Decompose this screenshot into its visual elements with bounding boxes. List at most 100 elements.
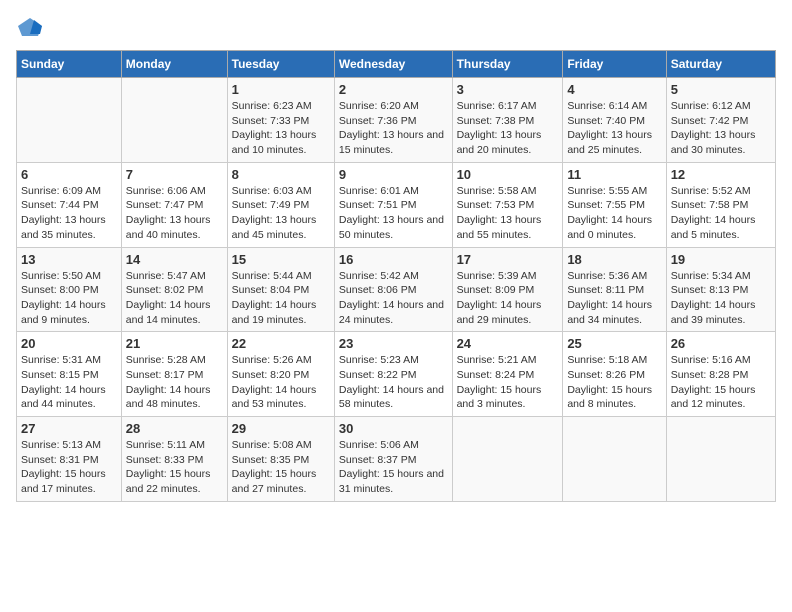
day-info: Sunrise: 5:39 AMSunset: 8:09 PMDaylight:… [457, 269, 559, 328]
day-info: Sunrise: 5:58 AMSunset: 7:53 PMDaylight:… [457, 184, 559, 243]
calendar-week-4: 20 Sunrise: 5:31 AMSunset: 8:15 PMDayligh… [17, 332, 776, 417]
day-info: Sunrise: 6:14 AMSunset: 7:40 PMDaylight:… [567, 99, 661, 158]
calendar-cell: 9 Sunrise: 6:01 AMSunset: 7:51 PMDaylight… [334, 162, 452, 247]
calendar-cell: 1 Sunrise: 6:23 AMSunset: 7:33 PMDaylight… [227, 78, 334, 163]
day-info: Sunrise: 5:26 AMSunset: 8:20 PMDaylight:… [232, 353, 330, 412]
calendar-cell: 24 Sunrise: 5:21 AMSunset: 8:24 PMDayligh… [452, 332, 563, 417]
day-number: 6 [21, 167, 117, 182]
day-info: Sunrise: 6:20 AMSunset: 7:36 PMDaylight:… [339, 99, 448, 158]
calendar-week-5: 27Sunrise: 5:13 AMSunset: 8:31 PMDayligh… [17, 417, 776, 502]
weekday-header-monday: Monday [121, 51, 227, 78]
day-info: Sunrise: 5:08 AMSunset: 8:35 PMDaylight:… [232, 438, 330, 497]
calendar-cell: 28Sunrise: 5:11 AMSunset: 8:33 PMDayligh… [121, 417, 227, 502]
day-number: 19 [671, 252, 771, 267]
calendar-cell: 27Sunrise: 5:13 AMSunset: 8:31 PMDayligh… [17, 417, 122, 502]
page-header [16, 16, 776, 38]
day-number: 3 [457, 82, 559, 97]
day-number: 20 [21, 336, 117, 351]
calendar-cell: 30Sunrise: 5:06 AMSunset: 8:37 PMDayligh… [334, 417, 452, 502]
day-number: 7 [126, 167, 223, 182]
weekday-header-sunday: Sunday [17, 51, 122, 78]
calendar-week-1: 1 Sunrise: 6:23 AMSunset: 7:33 PMDaylight… [17, 78, 776, 163]
day-number: 14 [126, 252, 223, 267]
calendar-cell: 8 Sunrise: 6:03 AMSunset: 7:49 PMDaylight… [227, 162, 334, 247]
calendar-cell [666, 417, 775, 502]
day-info: Sunrise: 5:52 AMSunset: 7:58 PMDaylight:… [671, 184, 771, 243]
calendar-cell: 12 Sunrise: 5:52 AMSunset: 7:58 PMDayligh… [666, 162, 775, 247]
day-number: 10 [457, 167, 559, 182]
calendar-cell: 17 Sunrise: 5:39 AMSunset: 8:09 PMDayligh… [452, 247, 563, 332]
day-info: Sunrise: 5:16 AMSunset: 8:28 PMDaylight:… [671, 353, 771, 412]
logo-icon [16, 16, 44, 38]
weekday-header-friday: Friday [563, 51, 666, 78]
day-number: 2 [339, 82, 448, 97]
logo [16, 16, 48, 38]
day-number: 22 [232, 336, 330, 351]
day-number: 9 [339, 167, 448, 182]
day-info: Sunrise: 5:31 AMSunset: 8:15 PMDaylight:… [21, 353, 117, 412]
calendar-cell: 2 Sunrise: 6:20 AMSunset: 7:36 PMDaylight… [334, 78, 452, 163]
day-number: 5 [671, 82, 771, 97]
day-number: 11 [567, 167, 661, 182]
day-number: 13 [21, 252, 117, 267]
day-number: 24 [457, 336, 559, 351]
weekday-header-thursday: Thursday [452, 51, 563, 78]
day-number: 17 [457, 252, 559, 267]
day-number: 27 [21, 421, 117, 436]
calendar-cell: 23 Sunrise: 5:23 AMSunset: 8:22 PMDayligh… [334, 332, 452, 417]
calendar-cell: 18 Sunrise: 5:36 AMSunset: 8:11 PMDayligh… [563, 247, 666, 332]
calendar-cell: 4 Sunrise: 6:14 AMSunset: 7:40 PMDaylight… [563, 78, 666, 163]
day-info: Sunrise: 5:42 AMSunset: 8:06 PMDaylight:… [339, 269, 448, 328]
calendar-cell: 26 Sunrise: 5:16 AMSunset: 8:28 PMDayligh… [666, 332, 775, 417]
calendar-cell: 5 Sunrise: 6:12 AMSunset: 7:42 PMDaylight… [666, 78, 775, 163]
day-number: 26 [671, 336, 771, 351]
day-number: 15 [232, 252, 330, 267]
calendar-cell: 6 Sunrise: 6:09 AMSunset: 7:44 PMDaylight… [17, 162, 122, 247]
calendar-cell: 25 Sunrise: 5:18 AMSunset: 8:26 PMDayligh… [563, 332, 666, 417]
day-info: Sunrise: 6:12 AMSunset: 7:42 PMDaylight:… [671, 99, 771, 158]
day-info: Sunrise: 6:17 AMSunset: 7:38 PMDaylight:… [457, 99, 559, 158]
calendar-cell [563, 417, 666, 502]
day-info: Sunrise: 6:23 AMSunset: 7:33 PMDaylight:… [232, 99, 330, 158]
day-info: Sunrise: 5:21 AMSunset: 8:24 PMDaylight:… [457, 353, 559, 412]
calendar-cell [121, 78, 227, 163]
calendar-cell: 10 Sunrise: 5:58 AMSunset: 7:53 PMDayligh… [452, 162, 563, 247]
day-number: 29 [232, 421, 330, 436]
day-number: 25 [567, 336, 661, 351]
day-number: 1 [232, 82, 330, 97]
weekday-header-wednesday: Wednesday [334, 51, 452, 78]
calendar-cell: 7 Sunrise: 6:06 AMSunset: 7:47 PMDaylight… [121, 162, 227, 247]
calendar-cell: 16 Sunrise: 5:42 AMSunset: 8:06 PMDayligh… [334, 247, 452, 332]
day-number: 23 [339, 336, 448, 351]
day-info: Sunrise: 6:06 AMSunset: 7:47 PMDaylight:… [126, 184, 223, 243]
calendar-cell: 20 Sunrise: 5:31 AMSunset: 8:15 PMDayligh… [17, 332, 122, 417]
weekday-header-saturday: Saturday [666, 51, 775, 78]
day-number: 16 [339, 252, 448, 267]
day-info: Sunrise: 5:36 AMSunset: 8:11 PMDaylight:… [567, 269, 661, 328]
calendar-cell: 15 Sunrise: 5:44 AMSunset: 8:04 PMDayligh… [227, 247, 334, 332]
day-number: 21 [126, 336, 223, 351]
weekday-header-tuesday: Tuesday [227, 51, 334, 78]
day-number: 8 [232, 167, 330, 182]
day-number: 4 [567, 82, 661, 97]
day-info: Sunrise: 5:55 AMSunset: 7:55 PMDaylight:… [567, 184, 661, 243]
day-info: Sunrise: 5:18 AMSunset: 8:26 PMDaylight:… [567, 353, 661, 412]
day-info: Sunrise: 5:47 AMSunset: 8:02 PMDaylight:… [126, 269, 223, 328]
calendar-cell: 3 Sunrise: 6:17 AMSunset: 7:38 PMDaylight… [452, 78, 563, 163]
day-info: Sunrise: 5:44 AMSunset: 8:04 PMDaylight:… [232, 269, 330, 328]
day-info: Sunrise: 5:11 AMSunset: 8:33 PMDaylight:… [126, 438, 223, 497]
calendar-cell: 21 Sunrise: 5:28 AMSunset: 8:17 PMDayligh… [121, 332, 227, 417]
calendar-cell [452, 417, 563, 502]
day-number: 18 [567, 252, 661, 267]
day-info: Sunrise: 5:50 AMSunset: 8:00 PMDaylight:… [21, 269, 117, 328]
day-number: 12 [671, 167, 771, 182]
calendar-cell: 29 Sunrise: 5:08 AMSunset: 8:35 PMDayligh… [227, 417, 334, 502]
day-info: Sunrise: 6:09 AMSunset: 7:44 PMDaylight:… [21, 184, 117, 243]
day-info: Sunrise: 5:23 AMSunset: 8:22 PMDaylight:… [339, 353, 448, 412]
day-info: Sunrise: 5:06 AMSunset: 8:37 PMDaylight:… [339, 438, 448, 497]
day-info: Sunrise: 5:28 AMSunset: 8:17 PMDaylight:… [126, 353, 223, 412]
day-info: Sunrise: 6:03 AMSunset: 7:49 PMDaylight:… [232, 184, 330, 243]
day-info: Sunrise: 6:01 AMSunset: 7:51 PMDaylight:… [339, 184, 448, 243]
day-info: Sunrise: 5:34 AMSunset: 8:13 PMDaylight:… [671, 269, 771, 328]
calendar-cell: 14 Sunrise: 5:47 AMSunset: 8:02 PMDayligh… [121, 247, 227, 332]
